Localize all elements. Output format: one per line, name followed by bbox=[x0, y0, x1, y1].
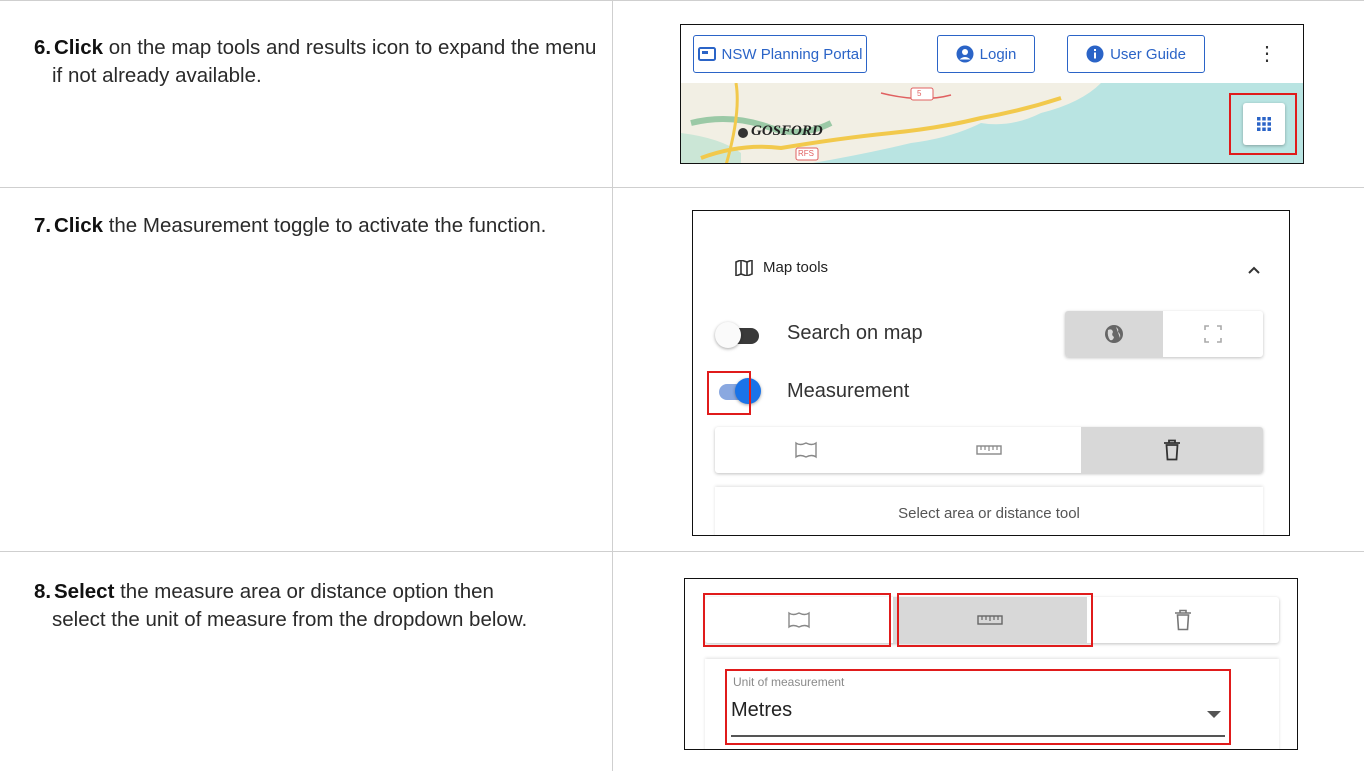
user-guide-button[interactable]: User Guide bbox=[1067, 35, 1205, 73]
fullscreen-icon bbox=[1204, 325, 1222, 343]
user-guide-label: User Guide bbox=[1110, 45, 1186, 63]
ruler-icon bbox=[976, 445, 1002, 455]
step-number: 7. bbox=[34, 214, 52, 237]
step-text: the Measurement toggle to activate the f… bbox=[103, 214, 547, 237]
user-circle-icon bbox=[956, 45, 974, 63]
step-text: the measure area or distance option then… bbox=[52, 580, 528, 631]
step-verb: Select bbox=[54, 580, 115, 603]
clear-measurement-button[interactable] bbox=[1081, 427, 1263, 473]
window-icon bbox=[697, 47, 716, 61]
map-tools-results-button[interactable] bbox=[1243, 103, 1285, 145]
grid-row-divider-2 bbox=[0, 551, 1364, 552]
area-icon bbox=[788, 611, 810, 629]
ruler-icon bbox=[977, 615, 1003, 625]
step-8: 8. Select the measure area or distance op… bbox=[34, 578, 552, 634]
measurement-toggle[interactable] bbox=[715, 377, 761, 405]
map-tools-header[interactable]: Map tools bbox=[735, 259, 828, 276]
map-tools-title: Map tools bbox=[763, 259, 829, 276]
step-text: on the map tools and results icon to exp… bbox=[52, 36, 597, 87]
map-rfs-badge: RFS bbox=[798, 149, 814, 158]
screenshot-measurement-units: Unit of measurement Metres bbox=[684, 578, 1298, 750]
clear-measurement-button-2[interactable] bbox=[1087, 597, 1279, 643]
fullscreen-button[interactable] bbox=[1163, 311, 1263, 357]
login-label: Login bbox=[979, 45, 1017, 63]
select-tool-hint: Select area or distance tool bbox=[715, 487, 1263, 535]
map-road-shield: 5 bbox=[917, 89, 922, 98]
grid-top-border bbox=[0, 0, 1364, 1]
grid-column-divider bbox=[612, 0, 613, 771]
area-icon bbox=[795, 441, 817, 459]
step-verb: Click bbox=[54, 214, 103, 237]
measurement-tools-segment-2 bbox=[705, 597, 1279, 643]
select-underline bbox=[731, 735, 1225, 737]
map-icon bbox=[735, 259, 753, 276]
chevron-up-icon[interactable] bbox=[1247, 265, 1261, 275]
globe-icon bbox=[1105, 325, 1123, 343]
more-options-icon[interactable]: ⋮ bbox=[1257, 44, 1277, 64]
unit-of-measurement-label: Unit of measurement bbox=[733, 675, 845, 689]
map-view-segment bbox=[1065, 311, 1263, 357]
map-city-label: GOSFORD bbox=[751, 123, 823, 139]
measurement-label: Measurement bbox=[787, 380, 910, 402]
measure-area-button-2[interactable] bbox=[705, 597, 893, 643]
step-number: 8. bbox=[34, 580, 52, 603]
step-verb: Click bbox=[54, 36, 103, 59]
map-preview[interactable]: GOSFORD RFS 5 bbox=[681, 82, 1303, 163]
info-icon bbox=[1086, 45, 1104, 63]
search-on-map-toggle[interactable] bbox=[715, 321, 761, 349]
measurement-tools-segment bbox=[715, 427, 1263, 473]
unit-of-measurement-select[interactable]: Unit of measurement Metres bbox=[727, 671, 1241, 743]
step-number: 6. bbox=[34, 36, 52, 59]
trash-icon bbox=[1175, 609, 1191, 631]
nsw-planning-portal-label: NSW Planning Portal bbox=[721, 45, 863, 63]
measure-distance-button[interactable] bbox=[897, 427, 1081, 473]
login-button[interactable]: Login bbox=[937, 35, 1035, 73]
screenshot-map-header: NSW Planning Portal Login User Guide ⋮ G… bbox=[680, 24, 1304, 164]
globe-view-button[interactable] bbox=[1065, 311, 1163, 357]
trash-icon bbox=[1164, 439, 1180, 461]
measure-distance-button-2[interactable] bbox=[893, 597, 1087, 643]
search-on-map-label: Search on map bbox=[787, 322, 923, 344]
nsw-planning-portal-button[interactable]: NSW Planning Portal bbox=[693, 35, 867, 73]
dropdown-caret-icon bbox=[1207, 711, 1221, 718]
grid-apps-icon bbox=[1257, 117, 1271, 131]
grid-row-divider-1 bbox=[0, 187, 1364, 188]
step-7: 7. Click the Measurement toggle to activa… bbox=[34, 212, 612, 240]
screenshot-map-tools-panel: Map tools Search on map Measurement Sele… bbox=[692, 210, 1290, 536]
measure-area-button[interactable] bbox=[715, 427, 897, 473]
unit-of-measurement-value: Metres bbox=[731, 699, 793, 721]
step-6: 6. Click on the map tools and results ico… bbox=[34, 34, 612, 90]
